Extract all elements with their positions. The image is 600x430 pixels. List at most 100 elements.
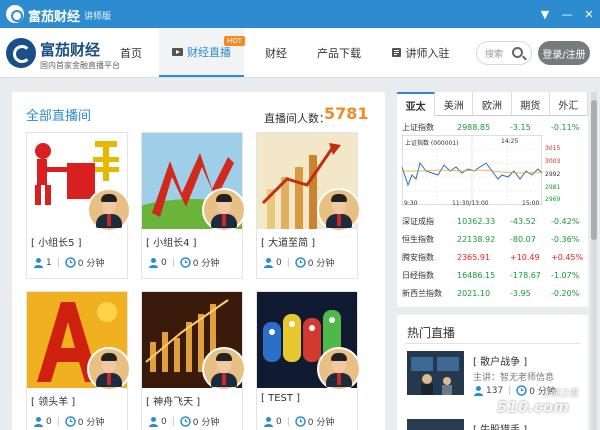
index-percent: -0.42%	[551, 217, 580, 226]
search-input[interactable]: 搜索	[476, 41, 532, 65]
search-placeholder: 搜索	[485, 50, 504, 60]
room-duration: 0 分钟	[77, 259, 105, 269]
index-name: 新西兰指数	[402, 289, 442, 298]
hot-badge: HOT	[224, 36, 246, 46]
index-price: 10362.33	[457, 217, 496, 226]
close-button[interactable]: ✕	[578, 0, 600, 28]
chart-time: 14:25	[501, 138, 519, 145]
room-duration: 0 分钟	[307, 259, 335, 269]
user-icon	[34, 258, 43, 268]
tab-europe[interactable]: 欧洲	[473, 92, 512, 116]
tab-americas[interactable]: 美洲	[435, 92, 474, 116]
lecturer-avatar	[202, 347, 246, 391]
app-logo-icon	[6, 5, 24, 23]
index-row[interactable]: 新西兰指数 2021.10 -3.95 -0.20%	[397, 285, 588, 302]
chart-y-label: 3003	[545, 158, 561, 165]
room-title[interactable]: [ 神舟飞天 ]	[146, 393, 200, 408]
nav-lecturer[interactable]: 讲师入驻	[380, 28, 460, 77]
hot-live-title: 热门直播	[407, 326, 456, 340]
viewer-count-label: 直播间人数：	[264, 112, 330, 125]
viewer-count: 5781	[324, 104, 369, 123]
live-room-card[interactable]: [ 领头羊 ] 0 | 0 分钟	[26, 291, 131, 430]
user-icon	[149, 258, 158, 268]
room-stats: 0 | 0 分钟	[263, 256, 334, 269]
room-duration: 0 分钟	[192, 259, 220, 269]
room-stats: 0 | 0 分钟	[148, 256, 219, 269]
lecturer-avatar	[202, 188, 246, 232]
stat-divider: |	[171, 257, 175, 268]
nav-home[interactable]: 首页	[106, 28, 156, 77]
brand-logo-icon[interactable]	[6, 38, 36, 68]
room-viewers: 0	[46, 416, 52, 427]
minimize-button[interactable]: —	[556, 0, 578, 28]
room-duration: 0 分钟	[77, 418, 105, 428]
clock-icon	[180, 416, 191, 427]
app-name: 富茄财经	[28, 10, 81, 25]
tab-forex[interactable]: 外汇	[550, 92, 589, 116]
index-name: 上证指数	[402, 123, 434, 132]
clock-icon	[295, 257, 306, 268]
room-title[interactable]: [ TEST ]	[261, 393, 300, 404]
index-row[interactable]: 恒生指数 22138.92 -80.07 -0.36%	[397, 231, 588, 248]
room-viewers: 0	[161, 416, 167, 427]
nav-finance[interactable]: 财经	[252, 28, 300, 77]
index-change: +10.49	[510, 253, 540, 262]
index-change: -43.52	[510, 217, 536, 226]
index-name: 深证成指	[402, 217, 434, 226]
index-percent: -0.11%	[551, 123, 580, 132]
user-icon	[149, 417, 158, 427]
nav-lecturer-label: 讲师入驻	[405, 46, 450, 60]
room-title[interactable]: [ 小组长5 ]	[31, 234, 82, 249]
index-percent: -1.07%	[551, 271, 580, 280]
section-title: 全部直播间	[26, 109, 92, 124]
index-row[interactable]: 上证指数 2988.85 -3.15 -0.11%	[397, 119, 588, 136]
stat-divider: |	[171, 416, 175, 427]
tab-futures[interactable]: 期货	[512, 92, 550, 116]
room-title[interactable]: [ 大道至简 ]	[261, 234, 315, 249]
room-viewers: 0	[161, 257, 167, 268]
live-room-card[interactable]: [ TEST ] 0 | 0 分钟	[256, 291, 361, 430]
hot-live-name[interactable]: [ 散户战争 ]	[473, 353, 527, 368]
clock-icon	[65, 257, 76, 268]
scrollbar-thumb[interactable]	[591, 100, 597, 240]
index-price: 22138.92	[457, 235, 496, 244]
nav-home-label: 首页	[120, 46, 142, 60]
index-price: 2021.10	[457, 289, 491, 298]
room-stats: 0 | 0 分钟	[263, 415, 334, 428]
doc-icon	[391, 48, 401, 57]
live-room-card[interactable]: [ 小组长5 ] 1 | 0 分钟	[26, 132, 131, 279]
brand-name: 富茄财经	[40, 41, 101, 59]
stat-divider: |	[286, 416, 290, 427]
edition-label: 讲师版	[84, 12, 112, 22]
live-room-card[interactable]: [ 小组长4 ] 0 | 0 分钟	[141, 132, 246, 279]
chart-title: 上证指数 (000001)	[405, 140, 459, 147]
lecturer-avatar	[87, 188, 131, 232]
index-row[interactable]: 深证成指 10362.33 -43.52 -0.42%	[397, 213, 588, 230]
nav-download[interactable]: 产品下载	[306, 28, 372, 77]
index-row[interactable]: 腾安指数 2365.91 +10.49 +0.45%	[397, 249, 588, 266]
room-title[interactable]: [ 领头羊 ]	[31, 393, 75, 408]
tab-asia-pacific[interactable]: 亚太	[397, 92, 436, 116]
index-percent: -0.36%	[551, 235, 580, 244]
room-viewers: 0	[276, 257, 282, 268]
lecturer-avatar	[317, 347, 361, 391]
room-stats: 0 | 0 分钟	[148, 415, 219, 428]
index-row[interactable]: 日经指数 16486.15 -178.67 -1.07%	[397, 267, 588, 284]
title-bar: 富茄财经 讲师版 ▼ — ✕	[0, 0, 600, 28]
index-name: 腾安指数	[402, 253, 434, 262]
live-room-card[interactable]: [ 大道至简 ] 0 | 0 分钟	[256, 132, 361, 279]
nav-finance-label: 财经	[265, 46, 287, 60]
search-icon[interactable]	[512, 47, 523, 58]
live-room-card[interactable]: [ 神舟飞天 ] 0 | 0 分钟	[141, 291, 246, 430]
room-title[interactable]: [ 小组长4 ]	[146, 234, 197, 249]
nav-bar: 富茄财经 国内首家金融直播平台 首页 财经直播 HOT 财经 产品下载 讲师入驻…	[0, 28, 600, 78]
dropdown-menu-button[interactable]: ▼	[534, 0, 556, 28]
chart-x-label: 15:00	[522, 200, 540, 207]
login-register-button[interactable]: 登录/注册	[538, 41, 590, 65]
stat-divider: |	[56, 416, 60, 427]
window-controls: ▼ — ✕	[534, 0, 600, 28]
site-watermark: 系统之家 510.com	[455, 380, 595, 428]
watermark-text: 510.com	[497, 398, 569, 416]
index-change: -3.15	[510, 123, 531, 132]
room-stats: 1 | 0 分钟	[33, 256, 104, 269]
